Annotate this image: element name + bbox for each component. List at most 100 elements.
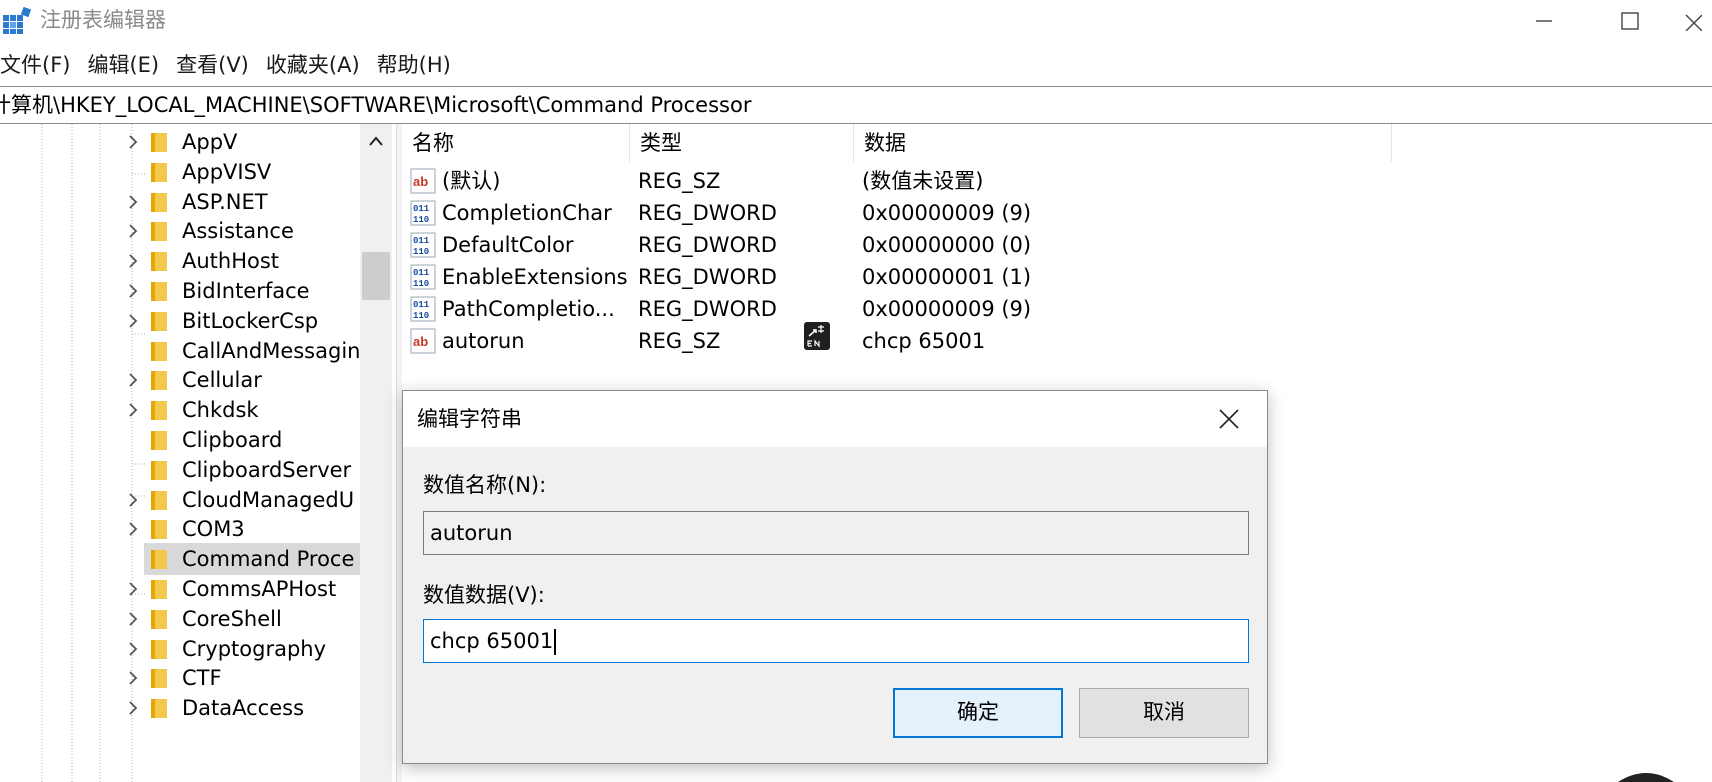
scroll-up-button[interactable] [360,124,392,158]
menu-bar: 文件(F) 编辑(E) 查看(V) 收藏夹(A) 帮助(H) [0,48,468,82]
cell-data: 0x00000000 (0) [862,233,1032,257]
tree-item-label: CloudManagedU [182,487,355,512]
cell-name: (默认) [442,169,501,193]
cancel-button[interactable]: 取消 [1079,688,1249,738]
tree-item[interactable]: CloudManagedU [118,484,360,516]
menu-view[interactable]: 查看(V) [176,48,257,82]
string-value-icon: ab [410,168,436,194]
tree-item-label: BitLockerCsp [182,308,319,333]
chevron-right-icon[interactable] [126,402,140,418]
column-header-type[interactable]: 类型 [630,124,854,162]
tree-item[interactable]: BidInterface [118,275,360,307]
key-tree-pane: AppV AppVISV ASP.NET Assistance AuthHost BidI… [0,124,396,782]
chevron-right-icon[interactable] [126,283,140,299]
tree-item[interactable]: Cryptography [118,633,360,665]
tree-item[interactable]: Clipboard [118,424,360,456]
chevron-right-icon[interactable] [126,670,140,686]
ok-button[interactable]: 确定 [893,688,1063,738]
tree-item-label: AuthHost [182,249,280,274]
chevron-right-icon[interactable] [126,700,140,716]
folder-icon [151,162,167,182]
chevron-right-icon[interactable] [126,194,140,210]
tree-item[interactable]: COM3 [118,513,360,545]
chevron-right-icon[interactable] [126,313,140,329]
minimize-button[interactable] [1504,0,1584,42]
menu-edit[interactable]: 编辑(E) [87,48,167,82]
scroll-thumb[interactable] [362,252,390,300]
tree-item[interactable]: Assistance [118,215,360,247]
menu-favorites[interactable]: 收藏夹(A) [266,48,368,82]
tree-item[interactable]: DataAccess [118,692,360,724]
list-item[interactable]: 011 110 PathCompletio... REG_DWORD 0x0000000… [402,292,1392,326]
menu-help[interactable]: 帮助(H) [377,48,459,82]
tree-item-label: Command Proce [182,547,355,572]
list-item[interactable]: 011 110 CompletionChar REG_DWORD 0x00000009 … [402,196,1392,230]
column-header-data[interactable]: 数据 [854,124,1392,162]
value-name-label: 数值名称(N): [423,473,547,497]
cell-data: 0x00000001 (1) [862,265,1032,289]
maximize-button[interactable] [1590,0,1670,42]
cell-data: (数值未设置) [862,169,984,193]
folder-icon [151,580,167,599]
address-path[interactable]: 计算机\HKEY_LOCAL_MACHINE\SOFTWARE\Microsof… [0,91,751,119]
tree-item[interactable]: CTF [118,662,360,694]
cell-type: REG_SZ [638,329,721,353]
tree-item[interactable]: AppVISV [118,156,360,188]
tree-item-label: CoreShell [182,606,282,631]
svg-text:011: 011 [413,204,430,214]
dialog-close-button[interactable] [1209,399,1249,439]
tree-item-label: COM3 [182,517,245,542]
value-data-input[interactable]: chcp 65001 [423,619,1249,663]
chevron-right-icon[interactable] [126,492,140,508]
value-name-field[interactable]: autorun [423,511,1249,555]
edit-string-dialog: 编辑字符串 数值名称(N): autorun 数值数据(V): chcp 650… [402,390,1268,764]
tree-item[interactable]: Cellular [118,364,360,396]
tree-scrollbar[interactable] [360,124,392,782]
svg-text:110: 110 [413,279,429,289]
tree-item[interactable]: BitLockerCsp [118,305,360,337]
chevron-right-icon[interactable] [126,611,140,627]
tree-item-label: ClipboardServer [182,457,352,482]
chevron-right-icon[interactable] [126,223,140,239]
address-bar[interactable]: 计算机\HKEY_LOCAL_MACHINE\SOFTWARE\Microsof… [0,86,1712,124]
title-bar: 注册表编辑器 [0,0,1712,42]
tree-item-label: AppV [182,130,238,154]
tree-item[interactable]: CallAndMessagin [118,335,360,367]
chevron-right-icon[interactable] [126,134,140,150]
text-caret [554,629,557,655]
chevron-up-icon [369,136,383,146]
tree-item[interactable]: Command Proce [144,543,360,576]
tree-item[interactable]: CoreShell [118,603,360,635]
list-item[interactable]: 011 110 DefaultColor REG_DWORD 0x00000000 (0… [402,228,1392,262]
list-item[interactable]: ab (默认) REG_SZ (数值未设置) [402,164,1392,198]
tree-item-label: Cellular [182,368,262,393]
chevron-right-icon[interactable] [126,253,140,269]
dialog-title: 编辑字符串 [417,407,522,431]
chevron-right-icon[interactable] [126,641,140,657]
list-item[interactable]: 011 110 EnableExtensions REG_DWORD 0x0000000… [402,260,1392,294]
registry-editor-app-icon [3,7,32,34]
menu-file[interactable]: 文件(F) [0,48,78,82]
tree-item-label: AppVISV [182,159,272,184]
folder-icon [151,669,167,689]
column-header-name[interactable]: 名称 [402,124,630,162]
tree-item-label: BidInterface [182,279,310,303]
cell-data: chcp 65001 [862,329,986,353]
cell-name: PathCompletio... [442,297,615,321]
tree-item[interactable]: AuthHost [118,245,360,277]
cell-type: REG_DWORD [638,265,777,289]
tree-item[interactable]: Chkdsk [118,394,360,426]
chevron-right-icon[interactable] [126,372,140,388]
tree-item[interactable]: ClipboardServer [118,454,360,486]
tree-item[interactable]: AppV [118,126,360,158]
close-window-button[interactable] [1672,0,1712,42]
list-item[interactable]: ab autorun REG_SZ chcp 65001 [402,324,1392,358]
svg-text:ab: ab [413,334,428,349]
corner-decoration [1618,773,1674,782]
tree-item[interactable]: ASP.NET [118,186,360,218]
tree-item-label: Clipboard [182,428,283,452]
chevron-right-icon[interactable] [126,581,140,597]
tree-item[interactable]: CommsAPHost [118,573,360,605]
chevron-right-icon[interactable] [126,521,140,537]
cell-name: CompletionChar [442,201,612,225]
